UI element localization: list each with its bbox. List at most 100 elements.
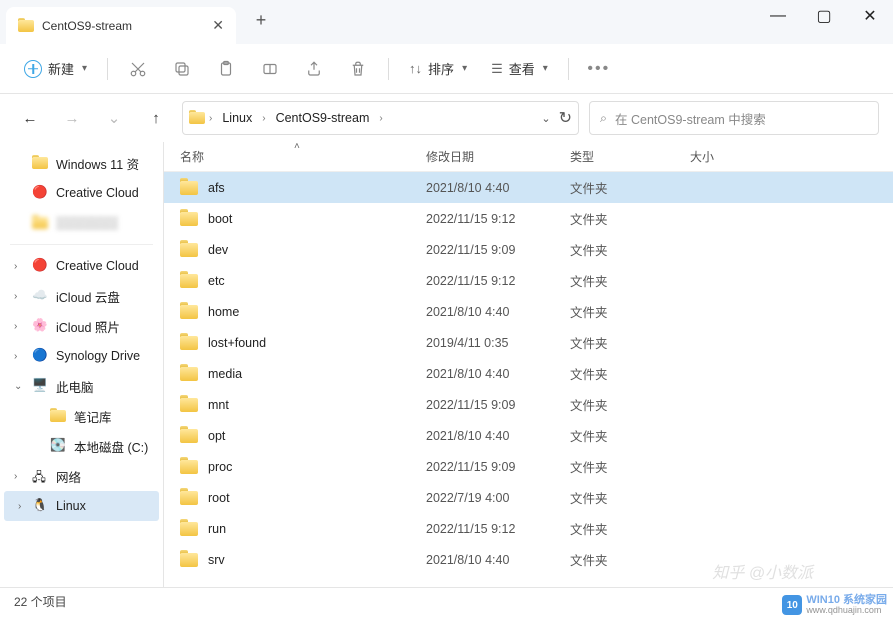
app-icon: 🐧 [32, 498, 48, 514]
table-row[interactable]: dev2022/11/15 9:09文件夹 [164, 234, 893, 265]
file-date: 2021/8/10 4:40 [426, 181, 570, 195]
up-button[interactable]: ↑ [140, 102, 172, 134]
file-list: afs 2021/8/10 4:40 文件夹 boot2022/11/15 9:12文… [164, 172, 893, 587]
file-name: afs [208, 181, 225, 195]
sort-indicator-icon: ˄ [294, 142, 300, 152]
share-button[interactable] [294, 51, 334, 87]
separator [568, 58, 569, 80]
copy-button[interactable] [162, 51, 202, 87]
file-date: 2021/8/10 4:40 [426, 429, 570, 443]
rename-button[interactable] [250, 51, 290, 87]
sidebar-tree-child[interactable]: 笔记库 [0, 401, 163, 431]
table-row[interactable]: afs2021/8/10 4:40文件夹 [164, 172, 893, 203]
col-type[interactable]: 类型 [570, 148, 690, 165]
sidebar-tree-item[interactable]: ›☁️iCloud 云盘 [0, 281, 163, 311]
table-row[interactable]: proc2022/11/15 9:09文件夹 [164, 451, 893, 482]
file-date: 2022/11/15 9:09 [426, 243, 570, 257]
table-row[interactable]: root2022/7/19 4:00文件夹 [164, 482, 893, 513]
col-date[interactable]: 修改日期 [426, 148, 570, 165]
history-dropdown-icon[interactable]: ⌄ [541, 112, 550, 125]
file-name: opt [208, 429, 225, 443]
breadcrumb-item[interactable]: CentOS9-stream [270, 107, 376, 129]
refresh-button[interactable]: ↻ [559, 108, 572, 128]
close-window-button[interactable]: ✕ [847, 0, 893, 32]
chevron-right-icon[interactable]: › [14, 471, 17, 482]
sort-button[interactable]: ↑↓ 排序 ▾ [399, 54, 477, 83]
chevron-right-icon[interactable]: › [14, 291, 17, 302]
more-button[interactable]: ••• [579, 51, 619, 87]
table-row[interactable]: home2021/8/10 4:40文件夹 [164, 296, 893, 327]
sidebar-quick-item[interactable]: Windows 11 资 [0, 148, 163, 178]
close-tab-icon[interactable]: ✕ [212, 17, 224, 34]
folder-icon [180, 491, 198, 505]
file-name: proc [208, 460, 232, 474]
back-button[interactable]: ← [14, 102, 46, 134]
view-button[interactable]: ☰ 查看 ▾ [481, 54, 558, 83]
delete-button[interactable] [338, 51, 378, 87]
app-icon: 🖧 [32, 468, 48, 484]
chevron-right-icon[interactable]: › [14, 351, 17, 362]
file-type: 文件夹 [570, 333, 690, 352]
address-row: ← → ⌄ ↑ › Linux › CentOS9-stream › ⌄ ↻ ⌕… [0, 94, 893, 142]
search-input[interactable]: ⌕ 在 CentOS9-stream 中搜索 [589, 101, 879, 135]
sidebar-tree-item[interactable]: › 🐧 Linux [4, 491, 159, 521]
file-date: 2022/7/19 4:00 [426, 491, 570, 505]
cut-button[interactable] [118, 51, 158, 87]
recent-dropdown[interactable]: ⌄ [98, 102, 130, 134]
app-icon: 🌸 [32, 318, 48, 334]
new-label: 新建 [48, 59, 74, 78]
chevron-down-icon: ▾ [82, 63, 87, 74]
sidebar-quick-item[interactable]: 🔴Creative Cloud [0, 178, 163, 208]
sidebar-tree-item[interactable]: › 🌸 iCloud 照片 [0, 311, 163, 341]
file-date: 2022/11/15 9:09 [426, 460, 570, 474]
sidebar-tree-item[interactable]: ›🔴Creative Cloud [0, 251, 163, 281]
col-name[interactable]: 名称 [176, 148, 426, 165]
minimize-button[interactable]: — [755, 0, 801, 32]
sidebar-tree-item[interactable]: ⌄🖥️此电脑 [0, 371, 163, 401]
chevron-down-icon[interactable]: ⌄ [14, 381, 22, 392]
folder-icon [180, 553, 198, 567]
content-pane: ˄ 名称 修改日期 类型 大小 afs 2021/8/10 4:40 文件夹 boot… [164, 142, 893, 587]
file-type: 文件夹 [570, 550, 690, 569]
address-bar[interactable]: › Linux › CentOS9-stream › ⌄ ↻ [182, 101, 579, 135]
table-row[interactable]: mnt2022/11/15 9:09文件夹 [164, 389, 893, 420]
maximize-button[interactable]: ▢ [801, 0, 847, 32]
folder-icon [18, 20, 34, 32]
table-row[interactable]: media2021/8/10 4:40文件夹 [164, 358, 893, 389]
table-row[interactable]: lost+found2019/4/11 0:35文件夹 [164, 327, 893, 358]
breadcrumb-item[interactable]: Linux [216, 107, 258, 129]
sidebar-item-label: Linux [56, 499, 86, 513]
toolbar: 新建 ▾ ↑↓ 排序 ▾ ☰ 查看 ▾ ••• [0, 44, 893, 94]
table-row[interactable]: etc2022/11/15 9:12文件夹 [164, 265, 893, 296]
sidebar-tree-child[interactable]: 💽本地磁盘 (C:) [0, 431, 163, 461]
chevron-right-icon[interactable]: › [14, 321, 17, 332]
chevron-right-icon[interactable]: › [14, 261, 17, 272]
new-button[interactable]: 新建 ▾ [14, 54, 97, 83]
col-size[interactable]: 大小 [690, 148, 881, 165]
file-type: 文件夹 [570, 271, 690, 290]
file-type: 文件夹 [570, 488, 690, 507]
paste-button[interactable] [206, 51, 246, 87]
status-bar: 22 个项目 [0, 587, 893, 615]
table-row[interactable]: boot2022/11/15 9:12文件夹 [164, 203, 893, 234]
folder-icon [180, 243, 198, 257]
chevron-down-icon: ▾ [543, 63, 548, 74]
separator [10, 244, 153, 245]
file-name: media [208, 367, 242, 381]
table-row[interactable]: run2022/11/15 9:12文件夹 [164, 513, 893, 544]
table-row[interactable]: opt2021/8/10 4:40文件夹 [164, 420, 893, 451]
sidebar-item-label: 网络 [56, 467, 81, 486]
app-icon: ☁️ [32, 288, 48, 304]
sidebar-quick-item[interactable]: ░░░░░░░ [0, 208, 163, 238]
sidebar-item-label: iCloud 照片 [56, 317, 120, 336]
chevron-right-icon[interactable]: › [18, 501, 21, 512]
window-tab[interactable]: CentOS9-stream ✕ [6, 7, 236, 44]
forward-button[interactable]: → [56, 102, 88, 134]
app-icon: 🖥️ [32, 378, 48, 394]
sidebar-tree-item[interactable]: › 🖧 网络 [0, 461, 163, 491]
file-date: 2022/11/15 9:12 [426, 522, 570, 536]
app-icon: 🔴 [32, 258, 48, 274]
sidebar-item-label: Creative Cloud [56, 186, 139, 200]
new-tab-button[interactable]: + [246, 10, 276, 31]
sidebar-tree-item[interactable]: ›🔵Synology Drive [0, 341, 163, 371]
